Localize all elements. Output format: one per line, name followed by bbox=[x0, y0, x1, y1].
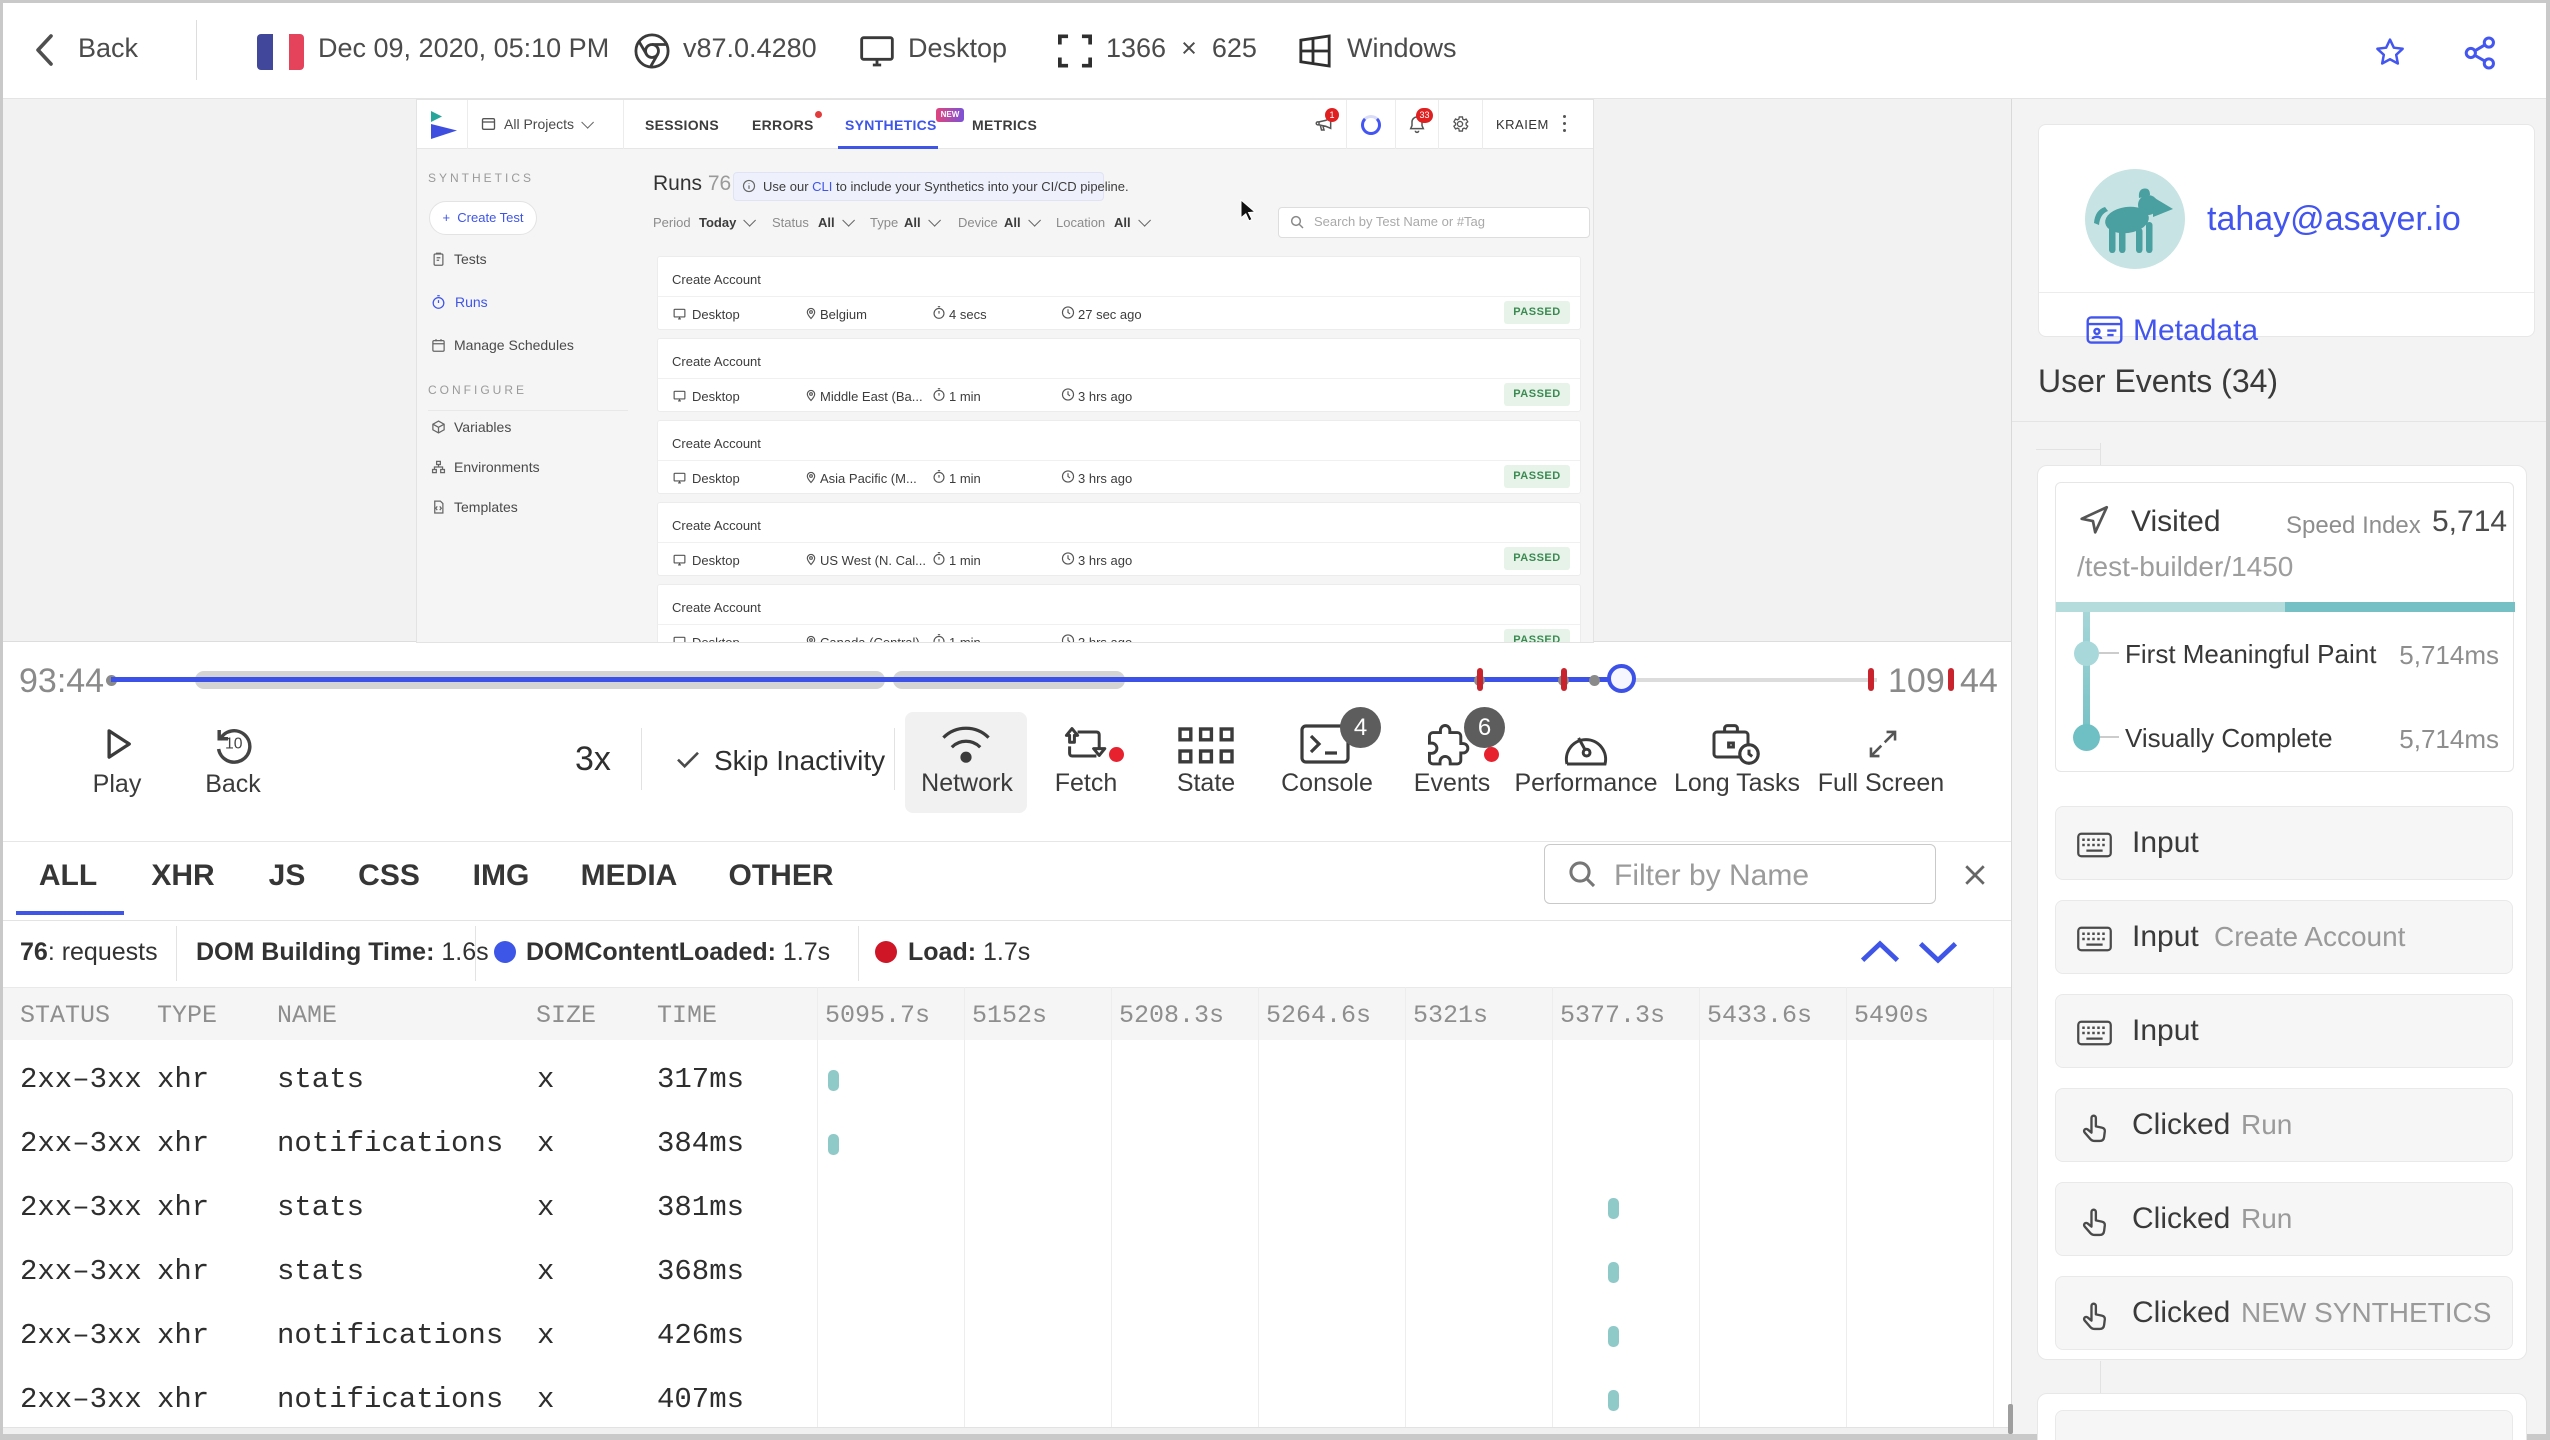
svg-text:10: 10 bbox=[225, 735, 243, 752]
